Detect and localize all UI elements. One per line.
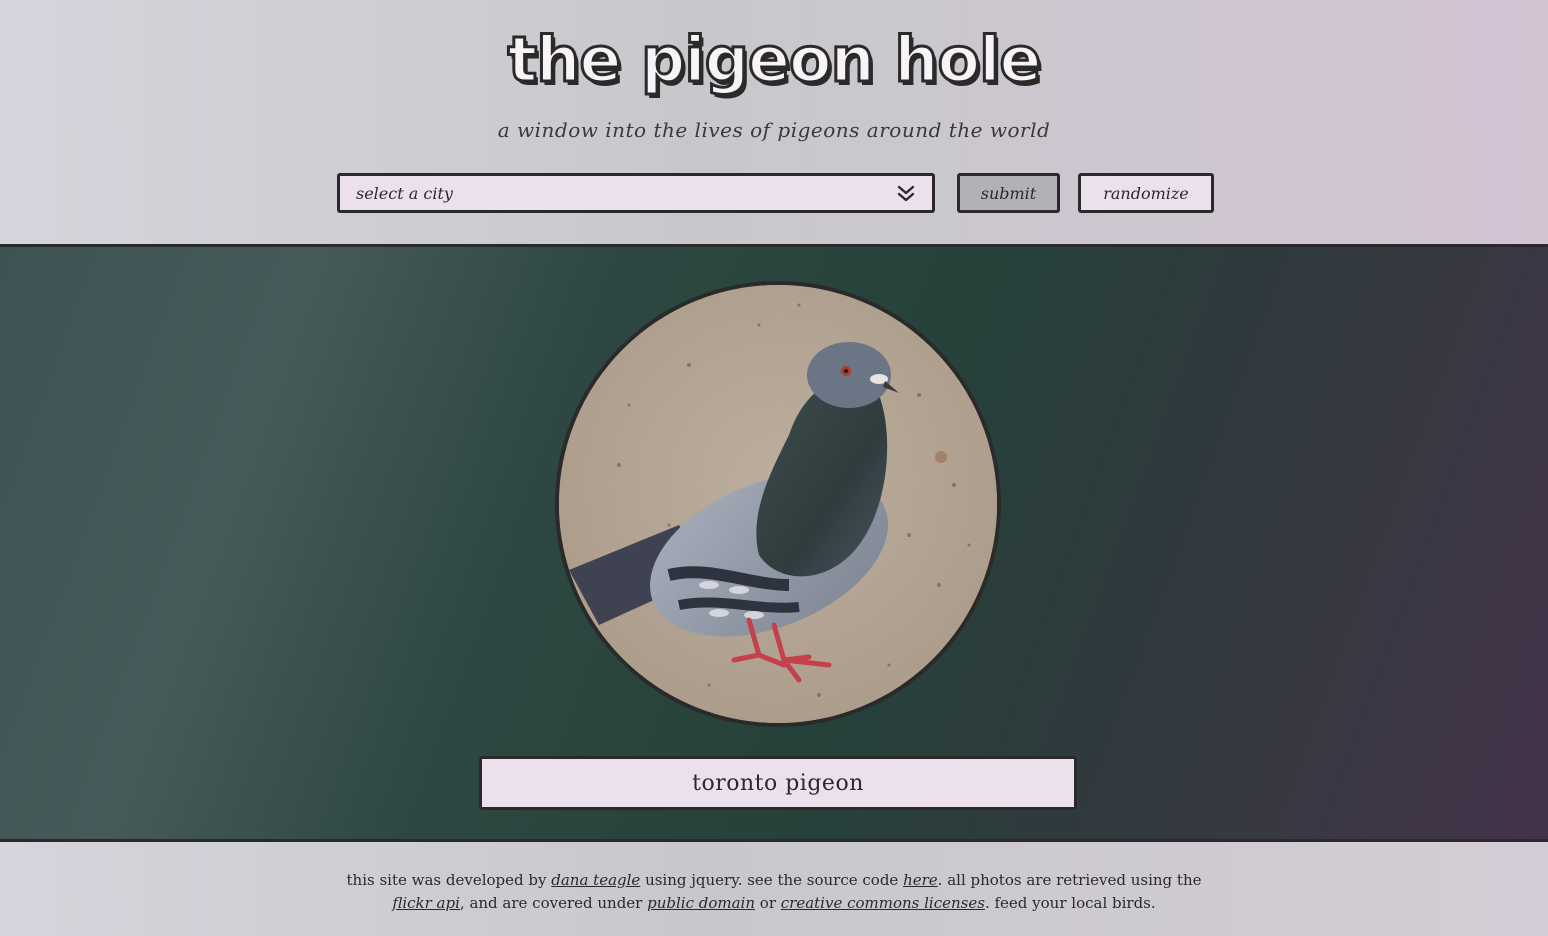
site-tagline: a window into the lives of pigeons aroun… <box>497 118 1051 142</box>
city-select-placeholder: select a city <box>356 183 453 203</box>
public-domain-link[interactable]: public domain <box>647 894 755 912</box>
flickr-api-link[interactable]: flickr api <box>392 894 460 912</box>
pigeon-photo <box>555 281 1001 727</box>
footer-text-2: using jquery. see the source code <box>640 871 904 889</box>
pigeon-illustration <box>559 285 997 723</box>
submit-button[interactable]: submit <box>957 173 1060 213</box>
footer-text-3: . all photos are retrieved using the <box>937 871 1202 889</box>
author-link[interactable]: dana teagle <box>551 871 640 889</box>
footer-credits: this site was developed by dana teagle u… <box>260 869 1288 915</box>
site-title: the pigeon hole <box>506 22 1043 98</box>
double-chevron-down-icon <box>897 185 915 202</box>
pigeon-display: toronto pigeon <box>0 244 1548 842</box>
randomize-button[interactable]: randomize <box>1078 173 1214 213</box>
city-select[interactable]: select a city <box>337 173 935 213</box>
photo-caption: toronto pigeon <box>479 756 1077 810</box>
creative-commons-link[interactable]: creative commons licenses <box>781 894 985 912</box>
footer-text-4: , and are covered under <box>459 894 648 912</box>
site-footer: this site was developed by dana teagle u… <box>0 842 1548 936</box>
site-header: the pigeon hole a window into the lives … <box>0 0 1548 244</box>
footer-text-6: . feed your local birds. <box>984 894 1156 912</box>
footer-text-5: or <box>755 894 781 912</box>
footer-text-1: this site was developed by <box>346 871 552 889</box>
source-code-link[interactable]: here <box>903 871 938 889</box>
